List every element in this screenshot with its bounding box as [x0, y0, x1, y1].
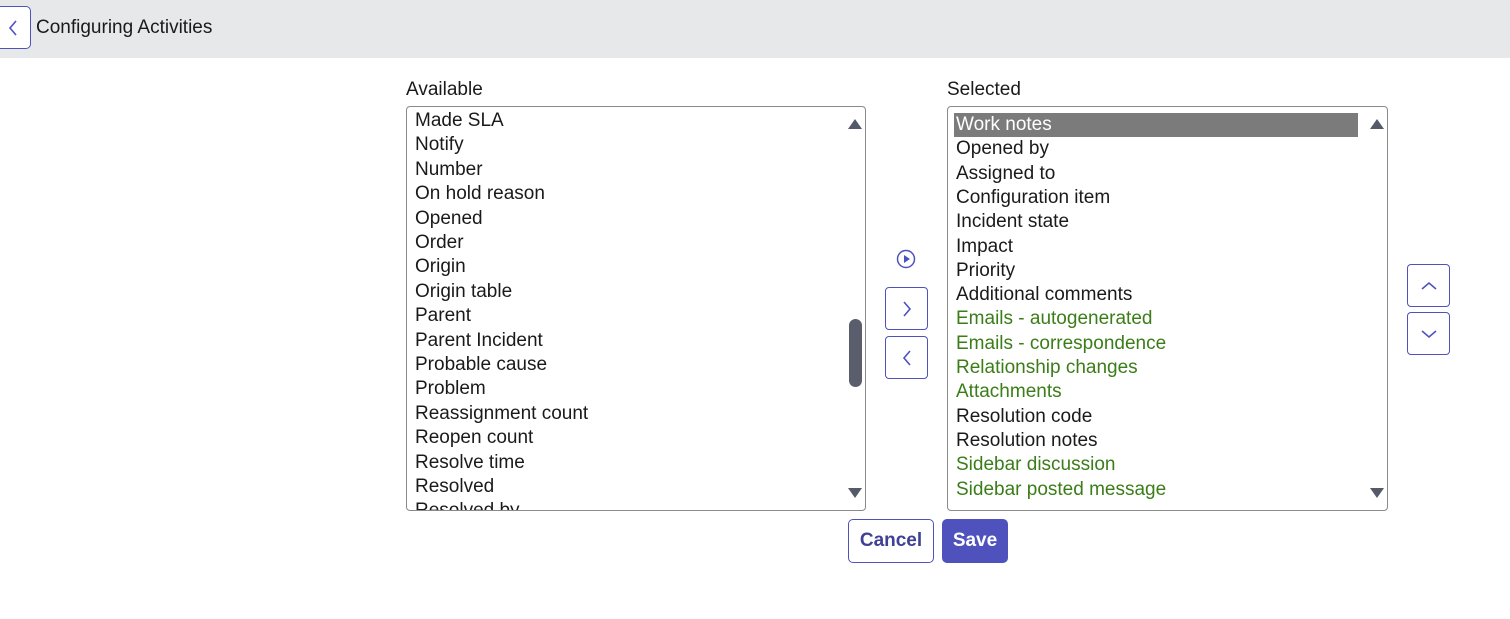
available-option[interactable]: Notify: [415, 133, 464, 157]
available-option[interactable]: Probable cause: [415, 353, 547, 377]
available-option[interactable]: On hold reason: [415, 182, 545, 206]
selected-option[interactable]: Priority: [956, 259, 1015, 283]
available-option[interactable]: Resolve time: [415, 451, 525, 475]
available-option[interactable]: Problem: [415, 377, 486, 401]
page-header: Configuring Activities: [0, 0, 1510, 58]
available-option[interactable]: Origin: [415, 255, 466, 279]
available-option[interactable]: Resolved by: [415, 499, 520, 510]
chevron-right-icon: [902, 300, 911, 317]
available-scrollbar[interactable]: [845, 107, 865, 510]
selected-option[interactable]: Impact: [956, 235, 1013, 259]
available-option[interactable]: Number: [415, 158, 483, 182]
chevron-left-icon: [902, 349, 911, 366]
selected-option[interactable]: Sidebar posted message: [956, 478, 1166, 502]
available-label: Available: [406, 79, 483, 100]
available-listbox[interactable]: Made SLA Notify Number On hold reason Opened…: [406, 106, 866, 511]
selected-list: Work notes Opened by Assigned to Configurat…: [948, 107, 1367, 510]
available-option[interactable]: Made SLA: [415, 109, 504, 133]
cancel-button[interactable]: Cancel: [848, 519, 934, 563]
selected-option[interactable]: Relationship changes: [956, 356, 1138, 380]
available-option[interactable]: Parent Incident: [415, 329, 543, 353]
available-option[interactable]: Reopen count: [415, 426, 533, 450]
remove-button[interactable]: [885, 336, 928, 379]
scroll-up-arrow-icon[interactable]: [1370, 119, 1384, 129]
scroll-down-arrow-icon[interactable]: [1370, 488, 1384, 498]
move-up-button[interactable]: [1407, 264, 1450, 307]
selected-option[interactable]: Emails - correspondence: [956, 332, 1166, 356]
save-button[interactable]: Save: [942, 519, 1008, 563]
chevron-down-icon: [1420, 329, 1437, 338]
scroll-up-arrow-icon[interactable]: [848, 119, 862, 129]
available-option[interactable]: Order: [415, 231, 464, 255]
available-option[interactable]: Reassignment count: [415, 402, 588, 426]
add-button[interactable]: [885, 287, 928, 330]
back-button[interactable]: [0, 6, 31, 49]
page-title: Configuring Activities: [36, 17, 213, 38]
selected-option[interactable]: Configuration item: [956, 186, 1110, 210]
selected-option[interactable]: Opened by: [956, 137, 1049, 161]
scroll-down-arrow-icon[interactable]: [848, 488, 862, 498]
selected-scrollbar[interactable]: [1367, 107, 1387, 510]
selected-option[interactable]: Additional comments: [956, 283, 1132, 307]
selected-option[interactable]: Resolution notes: [956, 429, 1098, 453]
play-circle-icon[interactable]: [896, 249, 916, 269]
selected-option[interactable]: Sidebar discussion: [956, 453, 1115, 477]
move-down-button[interactable]: [1407, 312, 1450, 355]
available-option[interactable]: Parent: [415, 304, 471, 328]
selected-listbox[interactable]: Work notes Opened by Assigned to Configurat…: [947, 106, 1388, 511]
available-option[interactable]: Resolved: [415, 475, 494, 499]
available-option[interactable]: Opened: [415, 207, 483, 231]
selected-option[interactable]: Work notes: [954, 113, 1358, 137]
selected-option[interactable]: Assigned to: [956, 162, 1055, 186]
available-list: Made SLA Notify Number On hold reason Opened…: [407, 107, 845, 510]
scroll-thumb[interactable]: [849, 319, 862, 387]
chevron-left-icon: [8, 19, 17, 36]
selected-option[interactable]: Emails - autogenerated: [956, 307, 1152, 331]
available-option[interactable]: Origin table: [415, 280, 512, 304]
chevron-up-icon: [1420, 281, 1437, 290]
selected-option[interactable]: Attachments: [956, 380, 1062, 404]
selected-label: Selected: [947, 79, 1021, 100]
selected-option[interactable]: Incident state: [956, 210, 1069, 234]
selected-option[interactable]: Resolution code: [956, 405, 1092, 429]
